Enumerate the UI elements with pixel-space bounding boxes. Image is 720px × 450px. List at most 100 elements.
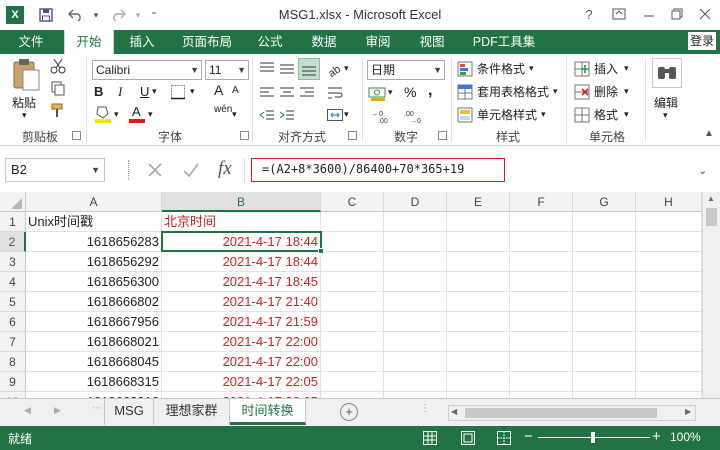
cell-e4[interactable]: [447, 272, 510, 292]
scroll-up-icon[interactable]: ▲: [707, 194, 715, 203]
align-top-icon[interactable]: [258, 60, 276, 81]
cell-a6[interactable]: 1618667956: [26, 312, 162, 332]
align-right-icon[interactable]: [298, 84, 316, 105]
row-header[interactable]: 5: [0, 292, 26, 312]
cell-d6[interactable]: [384, 312, 447, 332]
row-header[interactable]: 8: [0, 352, 26, 372]
paste-icon[interactable]: [10, 58, 42, 91]
increase-decimal-icon[interactable]: ←0.00: [372, 108, 394, 127]
tab-formulas[interactable]: 公式: [248, 30, 292, 54]
delete-cells-button[interactable]: 删除 ▾: [574, 83, 629, 100]
increase-indent-icon[interactable]: [278, 106, 296, 127]
cell-c5[interactable]: [321, 292, 384, 312]
fill-dropdown-icon[interactable]: ▾: [114, 109, 119, 120]
row-header[interactable]: 1: [0, 212, 26, 232]
format-as-table-button[interactable]: 套用表格格式 ▾: [457, 83, 558, 100]
cell-a5[interactable]: 1618666802: [26, 292, 162, 312]
border-icon[interactable]: [170, 84, 186, 103]
align-bottom-icon[interactable]: [298, 58, 320, 80]
cell-e8[interactable]: [447, 352, 510, 372]
insert-function-icon[interactable]: fx: [218, 158, 232, 180]
cell-b1[interactable]: 北京时间: [162, 212, 321, 232]
customize-qat-icon[interactable]: ⁼: [144, 5, 164, 25]
fill-handle[interactable]: [318, 248, 324, 254]
cell-g3[interactable]: [573, 252, 636, 272]
column-header-b[interactable]: B: [162, 192, 321, 212]
insert-cells-button[interactable]: 插入 ▾: [574, 60, 629, 77]
cell-g4[interactable]: [573, 272, 636, 292]
merge-dropdown-icon[interactable]: ▾: [344, 109, 349, 120]
align-middle-icon[interactable]: [278, 60, 296, 81]
decrease-indent-icon[interactable]: [258, 106, 276, 127]
cell-g7[interactable]: [573, 332, 636, 352]
horizontal-scrollbar[interactable]: ◀ ▶: [448, 405, 696, 421]
cell-h9[interactable]: [636, 372, 702, 392]
vertical-scrollbar[interactable]: ▲: [702, 192, 720, 398]
alignment-launcher-icon[interactable]: [348, 131, 357, 140]
horizontal-scroll-thumb[interactable]: [465, 408, 657, 418]
undo-icon[interactable]: [66, 5, 86, 25]
cell-c6[interactable]: [321, 312, 384, 332]
cell-f3[interactable]: [510, 252, 573, 272]
copy-icon[interactable]: [50, 80, 66, 99]
column-header-f[interactable]: F: [510, 192, 573, 212]
phonetic-button[interactable]: wén: [214, 104, 232, 115]
cut-icon[interactable]: [50, 58, 66, 77]
row-header[interactable]: 9: [0, 372, 26, 392]
zoom-out-button[interactable]: −: [524, 428, 533, 445]
align-center-icon[interactable]: [278, 84, 296, 105]
cell-a7[interactable]: 1618668021: [26, 332, 162, 352]
cell-d4[interactable]: [384, 272, 447, 292]
tab-page-layout[interactable]: 页面布局: [172, 30, 242, 54]
merge-center-icon[interactable]: [326, 106, 344, 127]
zoom-in-button[interactable]: +: [652, 428, 661, 445]
cell-d1[interactable]: [384, 212, 447, 232]
page-layout-view-icon[interactable]: [460, 430, 476, 449]
row-header[interactable]: 7: [0, 332, 26, 352]
cell-a2[interactable]: 1618656283: [26, 232, 162, 252]
cell-c9[interactable]: [321, 372, 384, 392]
font-name-combo[interactable]: Calibri ▼: [92, 60, 202, 80]
cell-g9[interactable]: [573, 372, 636, 392]
italic-button[interactable]: I: [118, 84, 122, 100]
cell-b7[interactable]: 2021-4-17 22:00: [162, 332, 321, 352]
sheet-ellipsis-right[interactable]: ⋮: [420, 403, 430, 414]
enter-icon[interactable]: [182, 161, 200, 182]
cell-c7[interactable]: [321, 332, 384, 352]
grow-font-button[interactable]: A: [214, 82, 223, 98]
cell-h7[interactable]: [636, 332, 702, 352]
decrease-decimal-icon[interactable]: .00 →0: [404, 108, 426, 127]
cell-f2[interactable]: [510, 232, 573, 252]
orientation-dropdown-icon[interactable]: ▾: [344, 63, 349, 74]
bold-button[interactable]: B: [94, 84, 103, 99]
column-header-g[interactable]: G: [573, 192, 636, 212]
cell-c1[interactable]: [321, 212, 384, 232]
currency-dropdown-icon[interactable]: ▾: [388, 87, 393, 98]
shrink-font-button[interactable]: A: [232, 85, 239, 96]
cell-e9[interactable]: [447, 372, 510, 392]
cell-e2[interactable]: [447, 232, 510, 252]
help-icon[interactable]: ?: [578, 4, 600, 24]
cell-f7[interactable]: [510, 332, 573, 352]
cell-c4[interactable]: [321, 272, 384, 292]
wrap-text-icon[interactable]: [326, 84, 344, 105]
normal-view-icon[interactable]: [422, 430, 438, 449]
column-header-d[interactable]: D: [384, 192, 447, 212]
cell-h6[interactable]: [636, 312, 702, 332]
page-break-view-icon[interactable]: [496, 430, 512, 449]
close-icon[interactable]: [694, 4, 716, 24]
tab-file[interactable]: 文件: [0, 30, 62, 54]
cell-b5[interactable]: 2021-4-17 21:40: [162, 292, 321, 312]
prev-sheet-icon[interactable]: ◀: [24, 405, 31, 416]
paste-label[interactable]: 粘贴: [12, 94, 36, 111]
cell-e7[interactable]: [447, 332, 510, 352]
cell-c8[interactable]: [321, 352, 384, 372]
tab-home[interactable]: 开始: [64, 30, 114, 54]
cell-d2[interactable]: [384, 232, 447, 252]
row-header[interactable]: 6: [0, 312, 26, 332]
percent-button[interactable]: %: [404, 84, 416, 100]
cell-f6[interactable]: [510, 312, 573, 332]
align-left-icon[interactable]: [258, 84, 276, 105]
formula-input[interactable]: =(A2+8*3600)/86400+70*365+19: [251, 158, 505, 182]
find-icon[interactable]: [652, 58, 682, 88]
